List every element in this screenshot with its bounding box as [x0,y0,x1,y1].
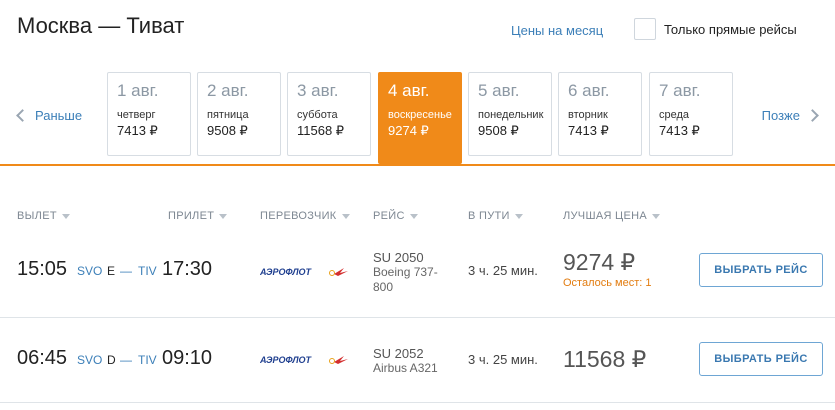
departure-time: 15:05 [17,258,68,280]
date-card-weekday: пятница [207,109,249,121]
flight-price: 9274 ₽ [563,249,636,275]
date-card-price: 9508 ₽ [478,123,519,138]
departure-airport: SVO [77,353,103,367]
date-card-weekday: суббота [297,109,338,121]
sort-duration[interactable]: В ПУТИ [468,210,523,222]
arrival-time: 17:30 [162,258,213,280]
departure-airport: SVO [77,264,103,278]
sort-arrow-icon [409,213,418,219]
departure-terminal: E [107,264,116,278]
flight-duration: 3 ч. 25 мин. [468,352,538,367]
direct-only-checkbox[interactable] [634,18,656,40]
date-card[interactable]: 2 авг. пятница 9508 ₽ [197,72,281,156]
select-flight-button[interactable]: ВЫБРАТЬ РЕЙС [699,342,823,376]
chevron-left-icon [16,109,29,122]
next-dates-button[interactable]: Позже [761,108,819,123]
flight-price: 11568 ₽ [563,346,647,372]
column-flight-label: РЕЙС [373,210,405,222]
date-card-date: 4 авг. [388,81,430,100]
svg-text:АЭРОФЛОТ: АЭРОФЛОТ [260,267,313,277]
sort-arrow-icon [61,213,70,219]
sort-best-price[interactable]: ЛУЧШАЯ ЦЕНА [563,210,661,222]
date-card-weekday: понедельник [478,109,544,121]
date-card-date: 3 авг. [297,81,339,100]
column-best-price-label: ЛУЧШАЯ ЦЕНА [563,210,648,222]
date-card-weekday: вторник [568,109,608,121]
flight-number: SU 2050 [373,250,424,265]
column-carrier-label: ПЕРЕВОЗЧИК [260,210,337,222]
date-card-price: 7413 ₽ [568,123,609,138]
date-card[interactable]: 3 авг. суббота 11568 ₽ [287,72,371,156]
sort-departure[interactable]: ВЫЛЕТ [17,210,70,222]
route-dash: — [120,353,132,367]
prev-dates-button[interactable]: Раньше [16,108,83,123]
date-card-price: 7413 ₽ [117,123,158,138]
direct-only-filter[interactable]: Только прямые рейсы [634,18,797,40]
date-card-date: 2 авг. [207,81,249,100]
departure-terminal: D [107,353,116,367]
date-selector: Раньше 1 авг. четверг 7413 ₽ 2 авг. пятн… [0,72,835,166]
row-divider [0,402,835,403]
date-card-date: 1 авг. [117,81,159,100]
date-card-date: 7 авг. [659,81,701,100]
date-card[interactable]: 6 авг. вторник 7413 ₽ [558,72,642,156]
sort-arrow-icon [219,213,228,219]
flight-duration: 3 ч. 25 мин. [468,263,538,278]
route-dash: — [120,264,132,278]
date-card-active[interactable]: 4 авг. воскресенье 9274 ₽ [378,72,462,164]
column-duration-label: В ПУТИ [468,210,510,222]
date-card-date: 5 авг. [478,81,520,100]
date-card[interactable]: 7 авг. среда 7413 ₽ [649,72,733,156]
sort-arrow-icon [514,213,523,219]
seats-left: Осталось мест: 1 [563,277,652,289]
flight-row: 15:05 SVO E — TIV 17:30 АЭРОФЛОТ SU 2050… [0,232,835,316]
select-flight-button[interactable]: ВЫБРАТЬ РЕЙС [699,253,823,287]
date-card[interactable]: 1 авг. четверг 7413 ₽ [107,72,191,156]
arrival-time: 09:10 [162,347,213,369]
next-dates-label: Позже [761,108,800,123]
date-card-price: 9508 ₽ [207,123,248,138]
sort-arrival[interactable]: ПРИЛЕТ [168,210,228,222]
date-card-price: 11568 ₽ [297,123,345,138]
departure-time: 06:45 [17,347,68,369]
page-title: Москва — Тиват [17,13,185,38]
arrival-airport: TIV [138,353,157,367]
month-prices-link[interactable]: Цены на месяц [511,23,603,38]
sort-flight[interactable]: РЕЙС [373,210,418,222]
date-card-weekday: воскресенье [388,109,452,121]
column-departure-label: ВЫЛЕТ [17,210,57,222]
aeroflot-logo: АЭРОФЛОТ [260,355,348,365]
date-card-weekday: среда [659,109,690,121]
flight-row: 06:45 SVO D — TIV 09:10 АЭРОФЛОТ SU 2052… [0,318,835,402]
arrival-airport: TIV [138,264,157,278]
date-card-weekday: четверг [117,109,156,121]
date-card-date: 6 авг. [568,81,610,100]
direct-only-label[interactable]: Только прямые рейсы [664,22,797,37]
date-card[interactable]: 5 авг. понедельник 9508 ₽ [468,72,552,156]
prev-dates-label: Раньше [35,108,83,123]
flight-number: SU 2052 [373,346,424,361]
column-arrival-label: ПРИЛЕТ [168,210,215,222]
aeroflot-logo: АЭРОФЛОТ [260,267,348,277]
chevron-right-icon [806,109,819,122]
svg-text:АЭРОФЛОТ: АЭРОФЛОТ [260,355,313,365]
sort-arrow-icon [341,213,350,219]
date-card-price: 9274 ₽ [388,123,429,138]
sort-carrier[interactable]: ПЕРЕВОЗЧИК [260,210,350,222]
aircraft-type: Airbus A321 [373,361,438,375]
aircraft-type: Boeing 737-800 [373,265,438,294]
sort-arrow-icon [652,213,661,219]
date-card-price: 7413 ₽ [659,123,700,138]
